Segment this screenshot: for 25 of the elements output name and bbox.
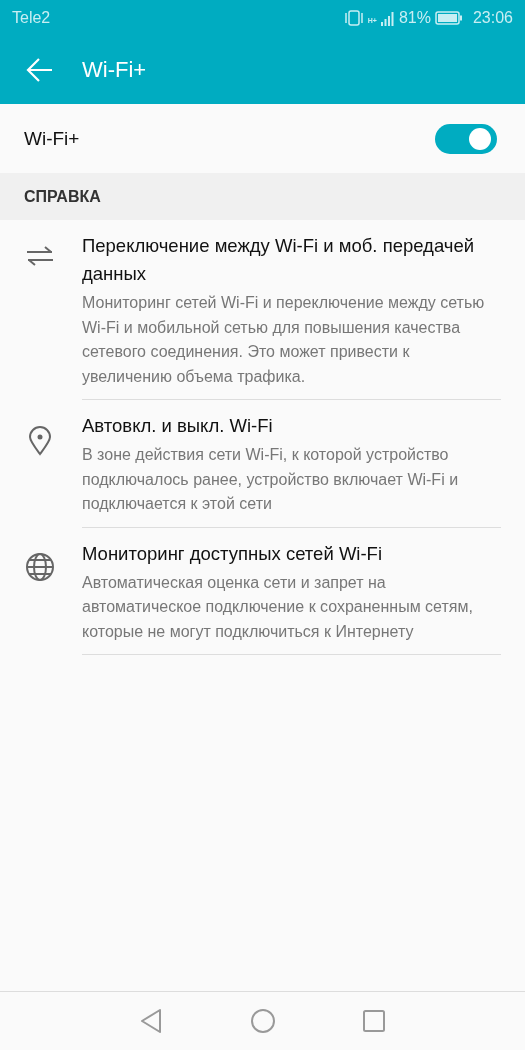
item-description: В зоне действия сети Wi-Fi, к которой устройство подключалось ранее, устройство включает Wi-Fi и подключается к этой сети <box>82 445 460 514</box>
vibrate-icon <box>343 10 364 26</box>
screen-title: Wi-Fi+ <box>82 57 147 83</box>
battery-icon <box>434 11 463 25</box>
swap-arrows-icon <box>26 246 54 266</box>
help-item[interactable]: Мониторинг доступных сетей Wi-Fi Автоматическая оценка сети и запрет на автоматическое подключение к сохраненным сетям, которые не могут подключиться к Интернету <box>0 527 525 655</box>
setting-label: Wi-Fi+ <box>24 127 81 150</box>
carrier-name: Tele2 <box>12 9 51 27</box>
back-nav-button[interactable] <box>139 1008 164 1034</box>
section-title: СПРАВКА <box>24 187 101 206</box>
battery-level: 81% <box>398 9 431 27</box>
clock: 23:06 <box>472 9 513 27</box>
location-pin-icon <box>28 426 52 456</box>
item-description: Автоматическая оценка сети и запрет на автоматическое подключение к сохраненным сетям, которые не могут подключиться к Интернету <box>82 572 474 642</box>
help-item[interactable]: Автовкл. и выкл. Wi-Fi В зоне действия сети Wi-Fi, к которой устройство подключалось ранее, устройство включает Wi-Fi и подключается к этой сети <box>0 400 525 528</box>
toggle-switch[interactable] <box>435 123 497 154</box>
back-button[interactable] <box>26 56 54 84</box>
item-title: Автовкл. и выкл. Wi-Fi <box>82 414 274 438</box>
item-description: Мониторинг сетей Wi-Fi и переключение между сетью Wi-Fi и мобильной сетью для повышения качества сетевого соединения. Это может привести к увеличению объема трафика. <box>82 293 486 387</box>
item-title: Мониторинг доступных сетей Wi-Fi <box>82 541 384 566</box>
signal-icon <box>380 10 395 26</box>
home-button[interactable] <box>249 1008 276 1034</box>
item-title: Переключение между Wi-Fi и моб. передачей данных <box>82 234 476 286</box>
recents-button[interactable] <box>361 1009 386 1033</box>
globe-icon <box>25 551 55 582</box>
